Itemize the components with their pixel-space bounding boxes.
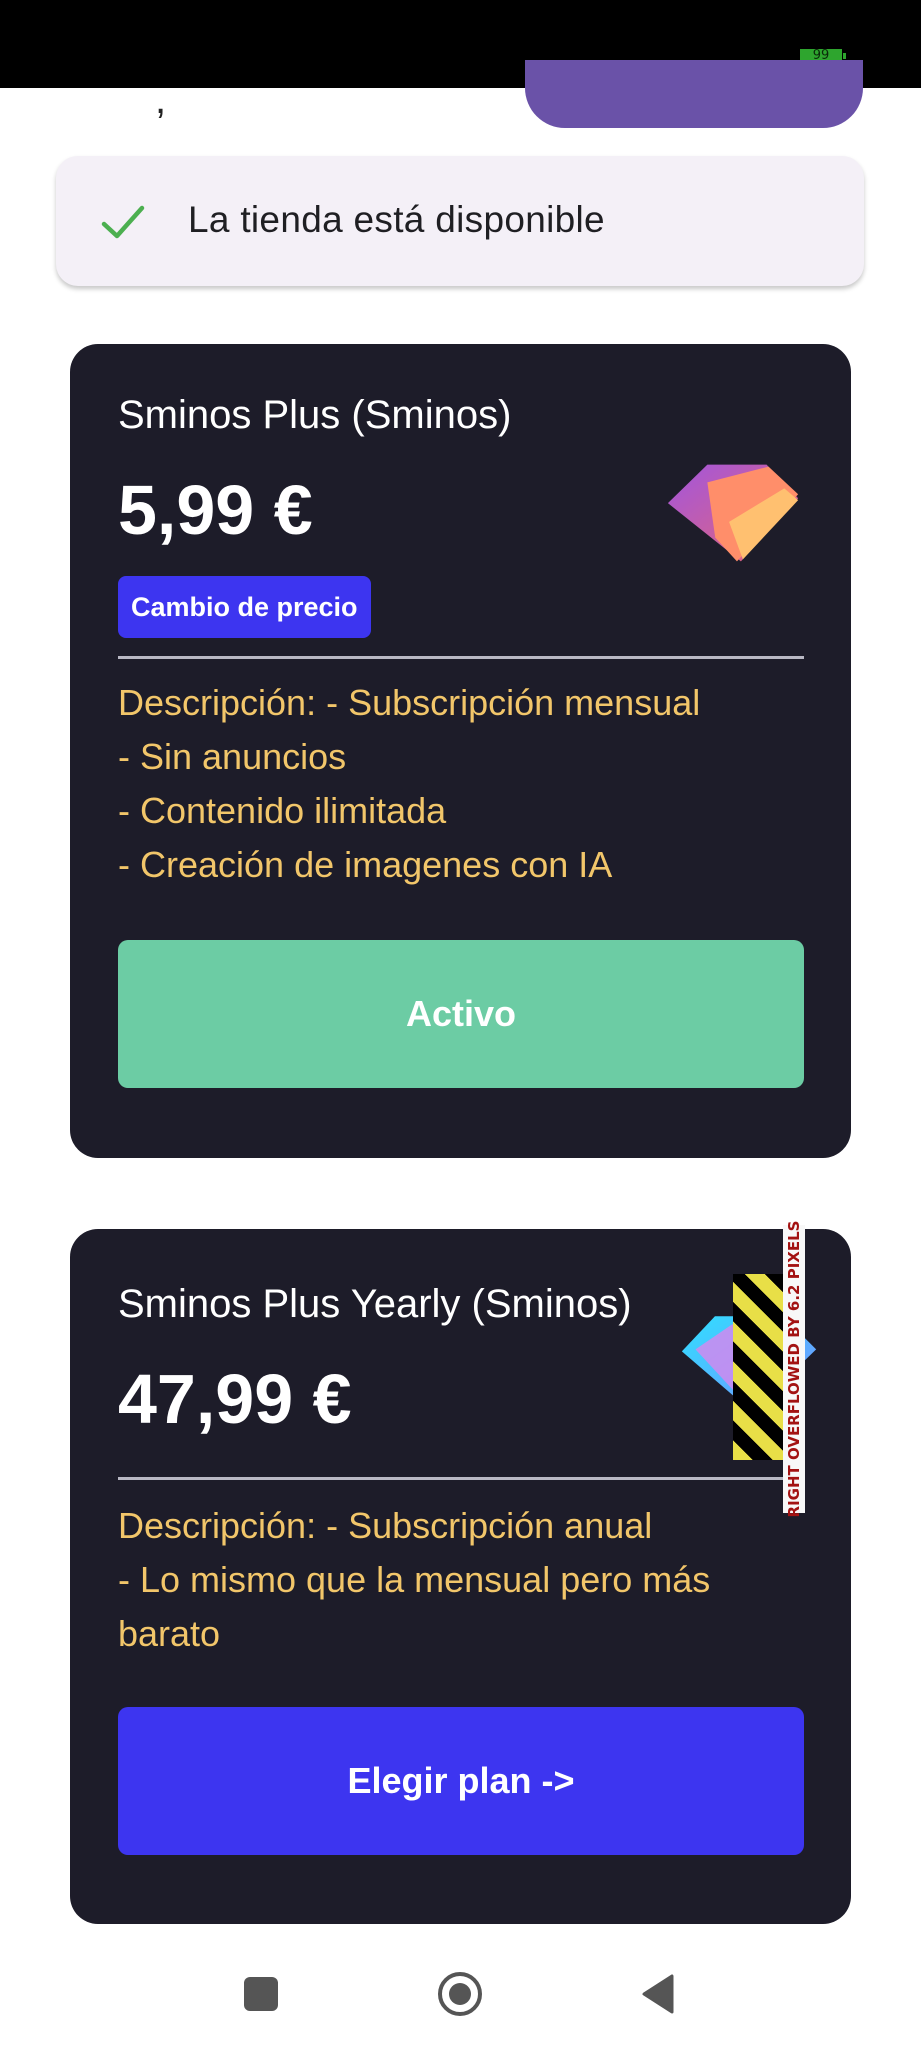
header-button[interactable] [525,60,863,128]
plan-divider [118,656,804,659]
check-icon [101,205,145,239]
overflow-warning-stripes [733,1274,785,1460]
plan-card-monthly: Sminos Plus (Sminos) 5,99 € Cambio de pr… [70,344,851,1158]
plan-title: Sminos Plus (Sminos) [118,393,512,437]
plan-description: Descripción: - Subscripción mensual - Si… [118,676,808,892]
plan-divider [118,1477,804,1480]
plan-price: 47,99 € [118,1360,352,1438]
gem-icon [667,464,799,562]
active-plan-button[interactable]: Activo [118,940,804,1088]
plan-description-line: - Contenido ilimitada [118,790,447,831]
choose-plan-button[interactable]: Elegir plan -> [118,1707,804,1855]
plan-description-line: Descripción: - Subscripción anual [118,1505,653,1546]
plan-price: 5,99 € [118,471,313,549]
plan-description-line: Descripción: - Subscripción mensual [118,682,701,723]
overflow-warning-text: RIGHT OVERFLOWED BY 6.2 PIXELS [785,1220,803,1518]
plan-description-line: - Lo mismo que la mensual pero más [118,1559,711,1600]
circle-icon[interactable] [436,1970,484,2018]
plan-description-line: - Creación de imagenes con IA [118,844,613,885]
plan-title: Sminos Plus Yearly (Sminos) [118,1282,632,1326]
price-change-badge: Cambio de precio [118,576,371,638]
back-triangle-icon[interactable] [640,1972,676,2016]
header-partial-text: , [155,78,167,122]
store-status-text: La tienda está disponible [188,199,605,240]
plan-description-line: barato [118,1613,221,1654]
plan-description-line: - Sin anuncios [118,736,347,777]
square-icon[interactable] [244,1977,278,2011]
plan-description: Descripción: - Subscripción anual - Lo m… [118,1499,808,1661]
